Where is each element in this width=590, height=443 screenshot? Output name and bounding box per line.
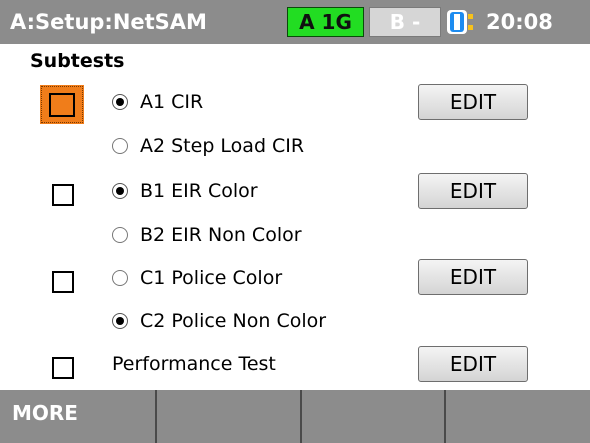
soft-key-3[interactable] — [302, 390, 446, 443]
radio-a2[interactable]: A2 Step Load CIR — [112, 131, 304, 161]
radio-button-selected[interactable] — [112, 183, 128, 199]
radio-label: C2 Police Non Color — [140, 310, 327, 332]
subtest-a-checkbox[interactable] — [40, 85, 84, 124]
soft-key-bar: MORE — [0, 390, 590, 443]
radio-b2[interactable]: B2 EIR Non Color — [112, 220, 302, 250]
port-a-status[interactable]: A 1G — [287, 7, 364, 37]
status-bar: A:Setup:NetSAM A 1G B - 20:08 — [0, 0, 590, 44]
soft-key-4[interactable] — [446, 390, 590, 443]
radio-label: B1 EIR Color — [140, 180, 258, 202]
radio-a1[interactable]: A1 CIR — [112, 87, 203, 117]
radio-button-selected[interactable] — [112, 94, 128, 110]
radio-label: A2 Step Load CIR — [140, 135, 305, 157]
subtest-c-checkbox[interactable] — [52, 271, 74, 293]
section-title: Subtests — [30, 50, 125, 72]
radio-b1[interactable]: B1 EIR Color — [112, 176, 258, 206]
radio-button-selected[interactable] — [112, 313, 128, 329]
soft-key-2[interactable] — [157, 390, 302, 443]
clock: 20:08 — [486, 10, 553, 34]
checkbox-box — [49, 93, 75, 117]
radio-button[interactable] — [112, 227, 128, 243]
performance-test-label: Performance Test — [112, 353, 276, 375]
screen-title: A:Setup:NetSAM — [10, 10, 207, 34]
radio-label: A1 CIR — [140, 91, 204, 113]
edit-a-button[interactable]: EDIT — [418, 84, 528, 120]
edit-performance-button[interactable]: EDIT — [418, 346, 528, 382]
radio-button[interactable] — [112, 270, 128, 286]
performance-test-row: Performance Test — [112, 349, 276, 379]
performance-test-checkbox[interactable] — [52, 357, 74, 379]
subtest-b-checkbox[interactable] — [52, 184, 74, 206]
radio-label: B2 EIR Non Color — [140, 224, 302, 246]
radio-c1[interactable]: C1 Police Color — [112, 263, 282, 293]
radio-label: C1 Police Color — [140, 267, 283, 289]
more-soft-key[interactable]: MORE — [0, 390, 157, 443]
edit-b-button[interactable]: EDIT — [418, 173, 528, 209]
battery-icon — [447, 10, 473, 34]
radio-c2[interactable]: C2 Police Non Color — [112, 306, 326, 336]
edit-c-button[interactable]: EDIT — [418, 259, 528, 295]
port-b-status[interactable]: B - — [369, 7, 441, 37]
radio-button[interactable] — [112, 138, 128, 154]
